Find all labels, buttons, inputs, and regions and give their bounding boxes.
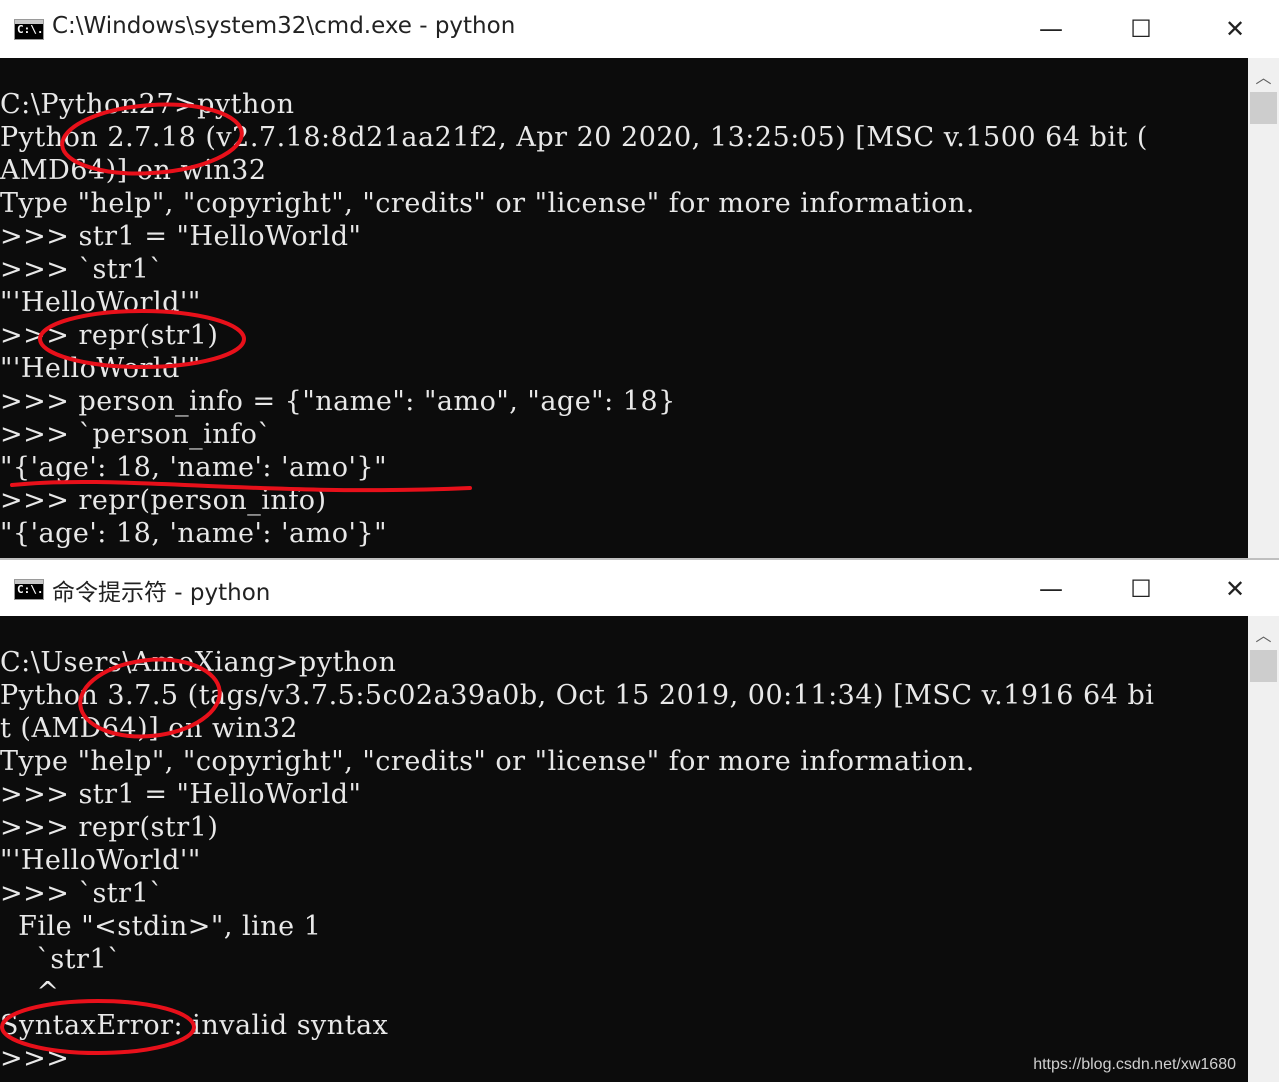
- scroll-thumb[interactable]: [1250, 650, 1277, 682]
- console-output[interactable]: C:\Python27>python Python 2.7.18 (v2.7.1…: [0, 58, 1248, 558]
- window-title: C:\Windows\system32\cmd.exe - python: [52, 13, 516, 39]
- console-line: Type "help", "copyright", "credits" or "…: [0, 188, 975, 219]
- console-line: Python 2.7.18 (v2.7.18:8d21aa21f2, Apr 2…: [0, 122, 1148, 153]
- console-output[interactable]: C:\Users\AmoXiang>python Python 3.7.5 (t…: [0, 616, 1248, 1082]
- console-line: >>> `person_info`: [0, 419, 272, 450]
- console-line: >>> str1 = "HelloWorld": [0, 221, 362, 252]
- console-line: "'HelloWorld'": [0, 845, 201, 876]
- console-line: SyntaxError: invalid syntax: [0, 1010, 389, 1041]
- scroll-up-arrow-icon[interactable]: ︿: [1248, 622, 1279, 646]
- cmd-icon: C:\.: [14, 579, 44, 600]
- console-lines: C:\Python27>python Python 2.7.18 (v2.7.1…: [0, 88, 1148, 550]
- minimize-button[interactable]: —: [1028, 8, 1074, 50]
- window-title: 命令提示符 - python: [52, 580, 271, 606]
- cmd-window-python27: C:\. C:\Windows\system32\cmd.exe - pytho…: [0, 0, 1279, 558]
- console-line: >>> repr(str1): [0, 320, 219, 351]
- console-line: File "<stdin>", line 1: [0, 911, 322, 942]
- console-line: C:\Users\AmoXiang>python: [0, 647, 397, 678]
- console-line: >>> `str1`: [0, 878, 164, 909]
- console-line: >>> str1 = "HelloWorld": [0, 779, 362, 810]
- title-bar[interactable]: C:\. 命令提示符 - python — ☐ ✕: [0, 560, 1279, 616]
- console-line: AMD64)] on win32: [0, 155, 267, 186]
- console-line: "{'age': 18, 'name': 'amo'}": [0, 452, 387, 483]
- console-line: >>> repr(str1): [0, 812, 219, 843]
- console-line: t (AMD64)] on win32: [0, 713, 298, 744]
- console-line: C:\Python27>python: [0, 89, 295, 120]
- scroll-thumb[interactable]: [1250, 92, 1277, 124]
- vertical-scrollbar[interactable]: ︿: [1248, 58, 1279, 558]
- close-button[interactable]: ✕: [1212, 8, 1258, 50]
- console-line: >>> `str1`: [0, 254, 164, 285]
- cmd-icon: C:\.: [14, 19, 44, 40]
- vertical-scrollbar[interactable]: ︿: [1248, 616, 1279, 1082]
- maximize-button[interactable]: ☐: [1118, 568, 1164, 610]
- console-line: >>> person_info = {"name": "amo", "age":…: [0, 386, 676, 417]
- console-line: Python 3.7.5 (tags/v3.7.5:5c02a39a0b, Oc…: [0, 680, 1155, 711]
- close-button[interactable]: ✕: [1212, 568, 1258, 610]
- console-line: "'HelloWorld'": [0, 353, 201, 384]
- console-line: "'HelloWorld'": [0, 287, 201, 318]
- minimize-button[interactable]: —: [1028, 568, 1074, 610]
- console-line: >>>: [0, 1043, 70, 1074]
- console-line: `str1`: [0, 944, 122, 975]
- scroll-up-arrow-icon[interactable]: ︿: [1248, 64, 1279, 88]
- maximize-button[interactable]: ☐: [1118, 8, 1164, 50]
- title-bar[interactable]: C:\. C:\Windows\system32\cmd.exe - pytho…: [0, 0, 1279, 58]
- console-line: Type "help", "copyright", "credits" or "…: [0, 746, 975, 777]
- console-line: ^: [0, 977, 60, 1008]
- console-line: "{'age': 18, 'name': 'amo'}": [0, 518, 387, 549]
- console-lines: C:\Users\AmoXiang>python Python 3.7.5 (t…: [0, 646, 1154, 1075]
- console-line: >>> repr(person_info): [0, 485, 327, 516]
- watermark: https://blog.csdn.net/xw1680: [1033, 1056, 1236, 1073]
- cmd-window-python37: C:\. 命令提示符 - python — ☐ ✕ C:\Users\AmoXi…: [0, 558, 1279, 1082]
